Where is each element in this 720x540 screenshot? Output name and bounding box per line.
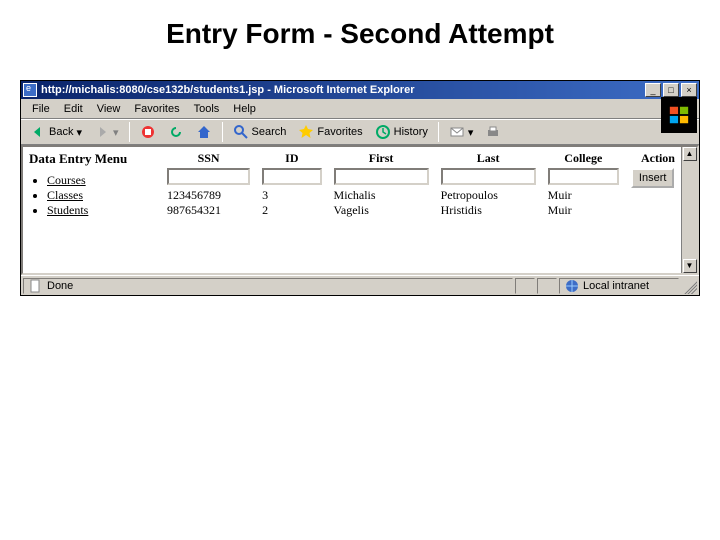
menu-help[interactable]: Help (226, 103, 263, 115)
scroll-down-button[interactable]: ▼ (683, 259, 697, 273)
titlebar: http://michalis:8080/cse132b/students1.j… (21, 81, 699, 99)
refresh-button[interactable] (163, 121, 189, 143)
cell-ssn: 987654321 (161, 203, 256, 218)
history-label: History (394, 126, 428, 138)
sidebar-link-students[interactable]: Students (47, 203, 88, 217)
favorites-button[interactable]: Favorites (293, 121, 367, 143)
col-ssn: SSN (161, 151, 256, 168)
status-text-cell: Done (23, 278, 513, 294)
intranet-zone-icon (564, 278, 580, 294)
slide-title: Entry Form - Second Attempt (0, 0, 720, 80)
back-button[interactable]: Back ▾ (25, 121, 87, 143)
scroll-up-button[interactable]: ▲ (683, 147, 697, 161)
minimize-button[interactable]: _ (645, 83, 661, 97)
favorites-star-icon (298, 124, 314, 140)
table-row: 123456789 3 Michalis Petropoulos Muir (161, 188, 691, 203)
window-title: http://michalis:8080/cse132b/students1.j… (41, 84, 645, 96)
statusbar: Done Local intranet (21, 275, 699, 295)
last-input[interactable] (441, 168, 536, 185)
document-icon (28, 278, 44, 294)
separator (438, 122, 439, 142)
col-id: ID (256, 151, 327, 168)
ie-icon (23, 83, 37, 97)
cell-ssn: 123456789 (161, 188, 256, 203)
table-input-row: Insert (161, 168, 691, 188)
id-input[interactable] (262, 168, 321, 185)
menu-edit[interactable]: Edit (57, 103, 90, 115)
content-viewport: ▲ ▼ Data Entry Menu Courses Classes Stud… (21, 145, 699, 275)
menu-tools[interactable]: Tools (187, 103, 227, 115)
status-zone-cell: Local intranet (559, 278, 679, 294)
sidebar: Data Entry Menu Courses Classes Students (29, 151, 149, 218)
dropdown-icon: ▾ (113, 126, 119, 139)
mail-button[interactable]: ▾ (444, 121, 479, 143)
stop-button[interactable] (135, 121, 161, 143)
mail-icon (449, 124, 465, 140)
menubar: File Edit View Favorites Tools Help (21, 99, 699, 119)
status-blank-1 (515, 278, 535, 294)
menu-view[interactable]: View (90, 103, 128, 115)
table-row: 987654321 2 Vagelis Hristidis Muir (161, 203, 691, 218)
data-grid: SSN ID First Last College Action Insert (161, 151, 691, 218)
vertical-scrollbar[interactable]: ▲ ▼ (681, 147, 697, 273)
home-button[interactable] (191, 121, 217, 143)
back-arrow-icon (30, 124, 46, 140)
status-blank-2 (537, 278, 557, 294)
search-label: Search (252, 126, 287, 138)
status-zone: Local intranet (583, 280, 649, 292)
col-last: Last (435, 151, 542, 168)
cell-first: Vagelis (328, 203, 435, 218)
first-input[interactable] (334, 168, 429, 185)
cell-last: Petropoulos (435, 188, 542, 203)
sidebar-link-classes[interactable]: Classes (47, 188, 83, 202)
menu-favorites[interactable]: Favorites (127, 103, 186, 115)
menu-file[interactable]: File (25, 103, 57, 115)
cell-id: 2 (256, 203, 327, 218)
refresh-icon (168, 124, 184, 140)
favorites-label: Favorites (317, 126, 362, 138)
cell-college: Muir (542, 188, 625, 203)
resize-grip[interactable] (681, 278, 697, 294)
browser-window: http://michalis:8080/cse132b/students1.j… (20, 80, 700, 296)
sidebar-title: Data Entry Menu (29, 151, 149, 167)
dropdown-icon: ▾ (468, 126, 474, 139)
separator (222, 122, 223, 142)
list-item: Classes (47, 188, 149, 203)
print-icon (485, 124, 501, 140)
back-label: Back (49, 126, 73, 138)
dropdown-icon: ▾ (76, 126, 82, 139)
close-button[interactable]: × (681, 83, 697, 97)
home-icon (196, 124, 212, 140)
college-input[interactable] (548, 168, 619, 185)
list-item: Courses (47, 173, 149, 188)
toolbar: Back ▾ ▾ (21, 119, 699, 145)
forward-button[interactable]: ▾ (89, 121, 124, 143)
insert-button[interactable]: Insert (631, 168, 675, 188)
print-button[interactable] (480, 121, 506, 143)
stop-icon (140, 124, 156, 140)
history-clock-icon (375, 124, 391, 140)
cell-id: 3 (256, 188, 327, 203)
status-text: Done (47, 280, 73, 292)
ssn-input[interactable] (167, 168, 250, 185)
maximize-button[interactable]: □ (663, 83, 679, 97)
sidebar-link-courses[interactable]: Courses (47, 173, 86, 187)
col-college: College (542, 151, 625, 168)
cell-last: Hristidis (435, 203, 542, 218)
table-header-row: SSN ID First Last College Action (161, 151, 691, 168)
forward-arrow-icon (94, 124, 110, 140)
cell-college: Muir (542, 203, 625, 218)
separator (129, 122, 130, 142)
history-button[interactable]: History (370, 121, 433, 143)
windows-flag-icon (661, 97, 697, 133)
search-button[interactable]: Search (228, 121, 292, 143)
cell-first: Michalis (328, 188, 435, 203)
search-icon (233, 124, 249, 140)
col-first: First (328, 151, 435, 168)
list-item: Students (47, 203, 149, 218)
